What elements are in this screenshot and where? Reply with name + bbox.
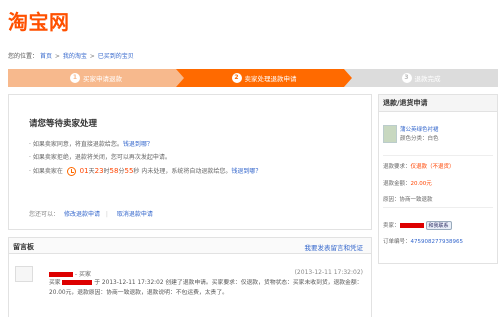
message-board: 留言板 我要发表留言和凭证 - 买家 (2013-12-11 17:32:02)… <box>8 237 372 317</box>
step-label: 退款完成 <box>414 75 441 83</box>
actions-label: 您还可以： <box>29 211 60 218</box>
where-money-link[interactable]: 钱退到哪？ <box>231 168 261 175</box>
product-color: 颜色分类：白色 <box>400 136 439 142</box>
step-seller-processing: 2 卖家处理退款申请 <box>176 69 352 87</box>
message-timestamp: (2013-12-11 17:32:02) <box>294 269 363 276</box>
tip-countdown: · 如果卖家在 01天23时58分55秒 内未处理，系统将自动退款给您。钱退到哪… <box>29 165 261 179</box>
refund-amount-label: 退款金额： <box>383 181 411 187</box>
order-number-row: 订单编号：475908277938965 <box>383 237 463 245</box>
reason-value: 协商一致退款 <box>399 197 433 203</box>
countdown-days: 01 <box>79 166 89 175</box>
where-money-link[interactable]: 钱退到哪？ <box>123 141 153 148</box>
message-board-title: 留言板 <box>13 243 34 251</box>
refund-request-label: 退款要求： <box>383 164 411 170</box>
breadcrumb-label: 您的位置： <box>8 53 39 60</box>
refund-status-panel: 请您等待卖家处理 · 如果卖家同意，将直接退款给您。钱退到哪？ · 如果卖家拒绝… <box>8 94 372 230</box>
refund-details-sidebar: 退款/退货申请 蒲公英绿色衬裙 颜色分类：白色 退款要求：仅退款（不退货） 退款… <box>378 94 498 264</box>
product-thumbnail[interactable] <box>383 125 397 143</box>
author-role: - 买家 <box>74 271 91 278</box>
message-body-text: 于 2013-12-11 17:32:02 创建了退款申请。买家要求：仅退款，货… <box>49 280 363 296</box>
countdown-prefix: · 如果卖家在 <box>29 167 63 175</box>
breadcrumb-separator: > <box>54 53 60 60</box>
refund-actions: 您还可以： 修改退款申请 | 取消退款申请 <box>29 209 153 218</box>
divider <box>383 155 493 156</box>
contact-seller-button[interactable]: 和我联系 <box>425 221 452 230</box>
post-message-link[interactable]: 我要发表留言和凭证 <box>305 242 364 252</box>
author-name-redacted <box>49 272 73 277</box>
breadcrumb: 您的位置： 首页 > 我的淘宝 > 已买到的宝贝 <box>8 51 134 60</box>
seller-row: 卖家： 和我联系 <box>383 221 452 230</box>
tip-seller-reject: · 如果卖家拒绝，退款将关闭，您可以再次发起申请。 <box>29 152 261 165</box>
message-body-prefix: 买家 <box>49 280 61 286</box>
divider: | <box>105 211 108 218</box>
reason-label: 原因： <box>383 197 400 203</box>
breadcrumb-home[interactable]: 首页 <box>40 53 52 60</box>
refund-progress-steps: 1 买家申请退款 3 退款完成 2 卖家处理退款申请 <box>8 69 498 87</box>
message-body: 买家 于 2013-12-11 17:32:02 创建了退款申请。买家要求：仅退… <box>49 278 367 298</box>
seller-name-redacted <box>399 223 424 228</box>
buyer-name-redacted <box>62 280 93 285</box>
breadcrumb-separator: > <box>89 53 95 60</box>
step-buyer-request: 1 买家申请退款 <box>8 69 184 87</box>
step-number: 2 <box>231 73 242 83</box>
countdown-suffix: 内未处理，系统将自动退款给您。 <box>139 167 232 175</box>
tip-text: · 如果卖家同意，将直接退款给您。 <box>29 141 123 148</box>
clock-icon <box>66 166 76 176</box>
refund-amount-value: 20.00元 <box>410 181 432 187</box>
taobao-logo[interactable]: 淘宝网 <box>8 6 70 35</box>
step-number: 3 <box>401 73 412 83</box>
step-number: 1 <box>70 73 80 83</box>
breadcrumb-my-taobao[interactable]: 我的淘宝 <box>63 53 87 60</box>
status-tips: · 如果卖家同意，将直接退款给您。钱退到哪？ · 如果卖家拒绝，退款将关闭，您可… <box>29 139 261 178</box>
modify-refund-link[interactable]: 修改退款申请 <box>64 211 100 218</box>
refund-request-value: 仅退款（不退货） <box>410 164 455 170</box>
product-name-link[interactable]: 蒲公英绿色衬裙 <box>400 125 439 133</box>
countdown-hours: 23 <box>94 166 104 175</box>
message-board-header: 留言板 我要发表留言和凭证 <box>9 238 371 254</box>
tip-text: · 如果卖家拒绝，退款将关闭，您可以再次发起申请。 <box>29 153 171 161</box>
refund-amount-row: 退款金额：20.00元 <box>383 179 432 187</box>
step-refund-complete: 3 退款完成 <box>344 69 498 87</box>
status-title: 请您等待卖家处理 <box>29 119 98 129</box>
sidebar-title: 退款/退货申请 <box>379 95 497 112</box>
divider <box>383 207 493 208</box>
seller-label: 卖家： <box>383 223 400 229</box>
cancel-refund-link[interactable]: 取消退款申请 <box>117 211 153 218</box>
order-label: 订单编号： <box>383 239 411 245</box>
refund-reason-row: 原因：协商一致退款 <box>383 195 433 203</box>
breadcrumb-bought-items[interactable]: 已买到的宝贝 <box>98 53 134 60</box>
refund-request-row: 退款要求：仅退款（不退货） <box>383 162 455 170</box>
avatar <box>15 266 33 282</box>
step-label: 买家申请退款 <box>83 75 122 83</box>
message-author: - 买家 <box>49 269 91 278</box>
tip-seller-agree: · 如果卖家同意，将直接退款给您。钱退到哪？ <box>29 139 261 152</box>
order-number-link[interactable]: 475908277938965 <box>411 239 464 245</box>
step-label: 卖家处理退款申请 <box>244 75 297 83</box>
